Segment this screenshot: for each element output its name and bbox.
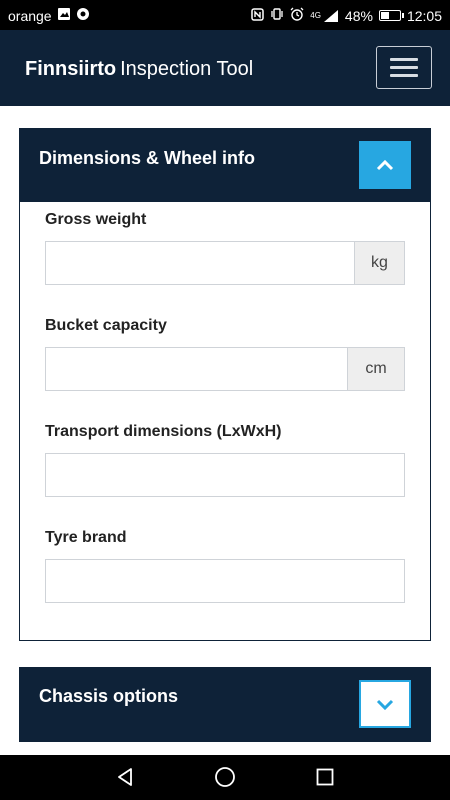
menu-toggle-button[interactable] (376, 46, 432, 89)
recents-icon (316, 768, 334, 786)
dimensions-panel-title: Dimensions & Wheel info (39, 148, 256, 168)
battery-icon (378, 10, 404, 21)
transport-dimensions-input[interactable] (46, 454, 404, 496)
network-type: 4G (310, 11, 321, 20)
home-button[interactable] (213, 765, 237, 789)
bucket-capacity-input[interactable] (46, 348, 347, 390)
carrier-name: orange (8, 7, 52, 24)
chevron-up-icon (376, 159, 394, 171)
tyre-brand-field (45, 559, 405, 603)
gross-weight-field: kg (45, 241, 405, 285)
bucket-capacity-field: cm (45, 347, 405, 391)
gross-weight-input[interactable] (46, 242, 354, 284)
brand-name: Finnsiirto (25, 58, 117, 80)
chrome-notification-icon (76, 7, 90, 24)
bucket-capacity-label: Bucket capacity (45, 317, 167, 334)
recents-button[interactable] (313, 765, 337, 789)
home-icon (215, 767, 235, 787)
gallery-notification-icon (57, 7, 71, 24)
dimensions-panel-header[interactable]: Dimensions & Wheel info (20, 129, 430, 202)
status-bar: orange 4G 48% 12:05 (0, 0, 450, 30)
hamburger-icon-line (390, 66, 418, 69)
kg-unit-addon: kg (354, 242, 404, 284)
tyre-brand-input[interactable] (46, 560, 404, 602)
alarm-icon (290, 7, 304, 24)
tyre-brand-label: Tyre brand (45, 529, 127, 546)
expand-button[interactable] (359, 680, 411, 728)
hamburger-icon-line (390, 74, 418, 77)
transport-dimensions-label: Transport dimensions (LxWxH) (45, 423, 282, 440)
collapse-button[interactable] (359, 141, 411, 189)
brand-subtitle: Inspection Tool (120, 58, 254, 80)
battery-percent: 48% (344, 7, 373, 24)
cm-unit-addon: cm (347, 348, 404, 390)
signal-icon (323, 9, 339, 23)
back-icon (118, 768, 132, 786)
navigation-bar (0, 755, 450, 800)
clock: 12:05 (406, 7, 442, 24)
chassis-options-title: Chassis options (39, 686, 179, 706)
vibrate-icon (270, 7, 284, 24)
chassis-options-panel[interactable]: Chassis options (19, 667, 431, 742)
chevron-down-icon (376, 699, 394, 710)
dimensions-panel: Dimensions & Wheel info Gross weight kg … (19, 128, 431, 641)
transport-dimensions-field (45, 453, 405, 497)
hamburger-icon-line (390, 58, 418, 61)
back-button[interactable] (113, 765, 137, 789)
app-header: Finnsiirto Inspection Tool (0, 30, 450, 106)
gross-weight-label: Gross weight (45, 211, 147, 228)
nfc-icon (251, 7, 264, 24)
brand-title[interactable]: Finnsiirto Inspection Tool (25, 58, 253, 81)
